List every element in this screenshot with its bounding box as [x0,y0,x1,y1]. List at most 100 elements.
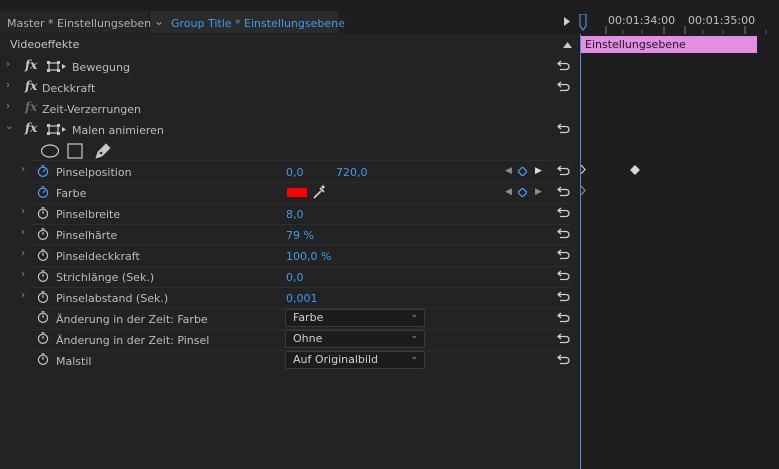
reset-icon[interactable] [557,80,571,92]
prev-keyframe-icon[interactable]: ◀ [505,187,512,197]
stopwatch-icon[interactable] [37,207,49,219]
next-keyframe-icon[interactable]: ▶ [535,187,542,197]
reset-icon[interactable] [557,269,571,281]
aenderung-pinsel-dropdown[interactable]: Ohne ⌄ [285,330,425,348]
pen-mask-icon[interactable] [94,142,112,160]
tab-group-title[interactable]: ⌄ Group Title * Einstellungsebene [150,11,345,33]
tab-master-label: Master * Einstellungsebene [7,17,158,30]
time-ruler[interactable]: 00:01:34:00 00:01:35:00 [578,0,779,34]
param-label: Pinseldeckkraft [56,250,140,263]
effect-row-malen-animieren[interactable]: ⌄ fx Malen animieren [0,119,578,140]
stopwatch-icon[interactable] [37,165,49,177]
reset-icon[interactable] [557,332,571,344]
tab-group-label: Group Title * Einstellungsebene [171,17,345,30]
reset-icon[interactable] [557,164,571,176]
param-row-strichlaenge: › Strichlänge (Sek.) 0,0 [0,266,578,287]
chevron-right-icon[interactable]: › [21,248,25,259]
param-value[interactable]: 0,001 [286,292,318,305]
chevron-right-icon[interactable]: › [21,227,25,238]
param-label: Pinselposition [56,166,132,179]
chevron-right-icon[interactable]: › [6,80,10,91]
video-effects-header: Videoeffekte [0,34,578,54]
stopwatch-icon[interactable] [37,270,49,282]
reset-icon[interactable] [557,227,571,239]
param-value-y[interactable]: 720,0 [336,166,368,179]
transform-icon[interactable] [47,61,67,72]
clip-label: Einstellungsebene [585,38,686,51]
prev-keyframe-icon[interactable]: ◀ [505,166,512,176]
chevron-right-icon[interactable]: › [21,290,25,301]
chevron-right-icon[interactable]: › [21,164,25,175]
stopwatch-icon[interactable] [37,228,49,240]
reset-icon[interactable] [557,59,571,71]
param-row-pinselabstand: › Pinselabstand (Sek.) 0,001 [0,287,578,308]
tab-master[interactable]: Master * Einstellungsebene [0,11,158,33]
param-row-aenderung-farbe: Änderung in der Zeit: Farbe Farbe ⌄ [0,308,578,329]
stopwatch-icon[interactable] [37,249,49,261]
param-label: Strichlänge (Sek.) [56,271,155,284]
keyframe-diamond-icon[interactable] [630,165,640,175]
aenderung-farbe-dropdown[interactable]: Farbe ⌄ [285,309,425,327]
param-label: Änderung in der Zeit: Pinsel [56,334,210,347]
param-row-aenderung-pinsel: Änderung in der Zeit: Pinsel Ohne ⌄ [0,329,578,350]
reset-icon[interactable] [557,353,571,365]
rectangle-mask-icon[interactable] [67,143,83,159]
param-value-x[interactable]: 0,0 [286,166,304,179]
add-keyframe-icon[interactable] [518,167,527,176]
effect-row-bewegung[interactable]: › fx Bewegung [0,56,578,77]
chevron-down-icon[interactable]: ⌄ [5,121,13,132]
video-effects-title: Videoeffekte [10,38,80,51]
fx-icon[interactable]: fx [25,58,37,72]
effect-row-zeit-verzerrungen[interactable]: › fx Zeit-Verzerrungen [0,98,578,119]
color-swatch[interactable] [287,188,307,197]
chevron-right-icon[interactable]: › [21,206,25,217]
tab-bar: Master * Einstellungsebene ⌄ Group Title… [0,0,779,34]
param-label: Änderung in der Zeit: Farbe [56,313,208,326]
fx-icon[interactable]: fx [25,100,37,114]
ellipse-mask-icon[interactable] [40,144,60,158]
param-value[interactable]: 79 % [286,229,314,242]
add-keyframe-icon[interactable] [518,188,527,197]
next-keyframe-icon[interactable]: ▶ [535,166,542,176]
param-value[interactable]: 0,0 [286,271,304,284]
stopwatch-icon[interactable] [37,291,49,303]
playhead-line[interactable] [580,34,581,469]
chevron-right-icon[interactable]: › [6,101,10,112]
reset-icon[interactable] [557,311,571,323]
fx-icon[interactable]: fx [25,121,37,135]
stopwatch-icon[interactable] [37,353,49,365]
chevron-down-icon: ⌄ [410,331,418,341]
reset-icon[interactable] [557,248,571,260]
chevron-down-icon[interactable]: ⌄ [154,14,164,28]
param-value[interactable]: 100,0 % [286,250,331,263]
reset-icon[interactable] [557,122,571,134]
reset-icon[interactable] [557,290,571,302]
param-label: Pinselbreite [56,208,121,221]
transform-icon[interactable] [47,124,67,135]
play-icon[interactable] [563,17,571,26]
chevron-right-icon[interactable]: › [6,59,10,70]
param-row-pinselbreite: › Pinselbreite 8,0 [0,203,578,224]
param-label: Malstil [56,355,92,368]
dropdown-value: Ohne [293,332,323,345]
dropdown-value: Auf Originalbild [293,353,378,366]
stopwatch-icon[interactable] [37,332,49,344]
ruler-ticks [605,26,767,34]
effect-row-deckkraft[interactable]: › fx Deckkraft [0,77,578,98]
malstil-dropdown[interactable]: Auf Originalbild ⌄ [285,351,425,369]
chevron-right-icon[interactable]: › [21,269,25,280]
collapse-up-icon[interactable] [563,42,572,48]
clip-bar[interactable]: Einstellungsebene [581,36,757,53]
fx-icon[interactable]: fx [25,79,37,93]
reset-icon[interactable] [557,206,571,218]
keyframe-timeline[interactable]: Einstellungsebene [578,34,779,469]
param-value[interactable]: 8,0 [286,208,304,221]
playhead-handle[interactable] [578,14,588,34]
stopwatch-icon[interactable] [37,186,49,198]
param-row-pinseldeckkraft: › Pinseldeckkraft 100,0 % [0,245,578,266]
eyedropper-icon[interactable] [312,184,326,200]
chevron-down-icon: ⌄ [410,310,418,320]
stopwatch-icon[interactable] [37,311,49,323]
reset-icon[interactable] [557,185,571,197]
effect-name: Bewegung [72,61,130,74]
